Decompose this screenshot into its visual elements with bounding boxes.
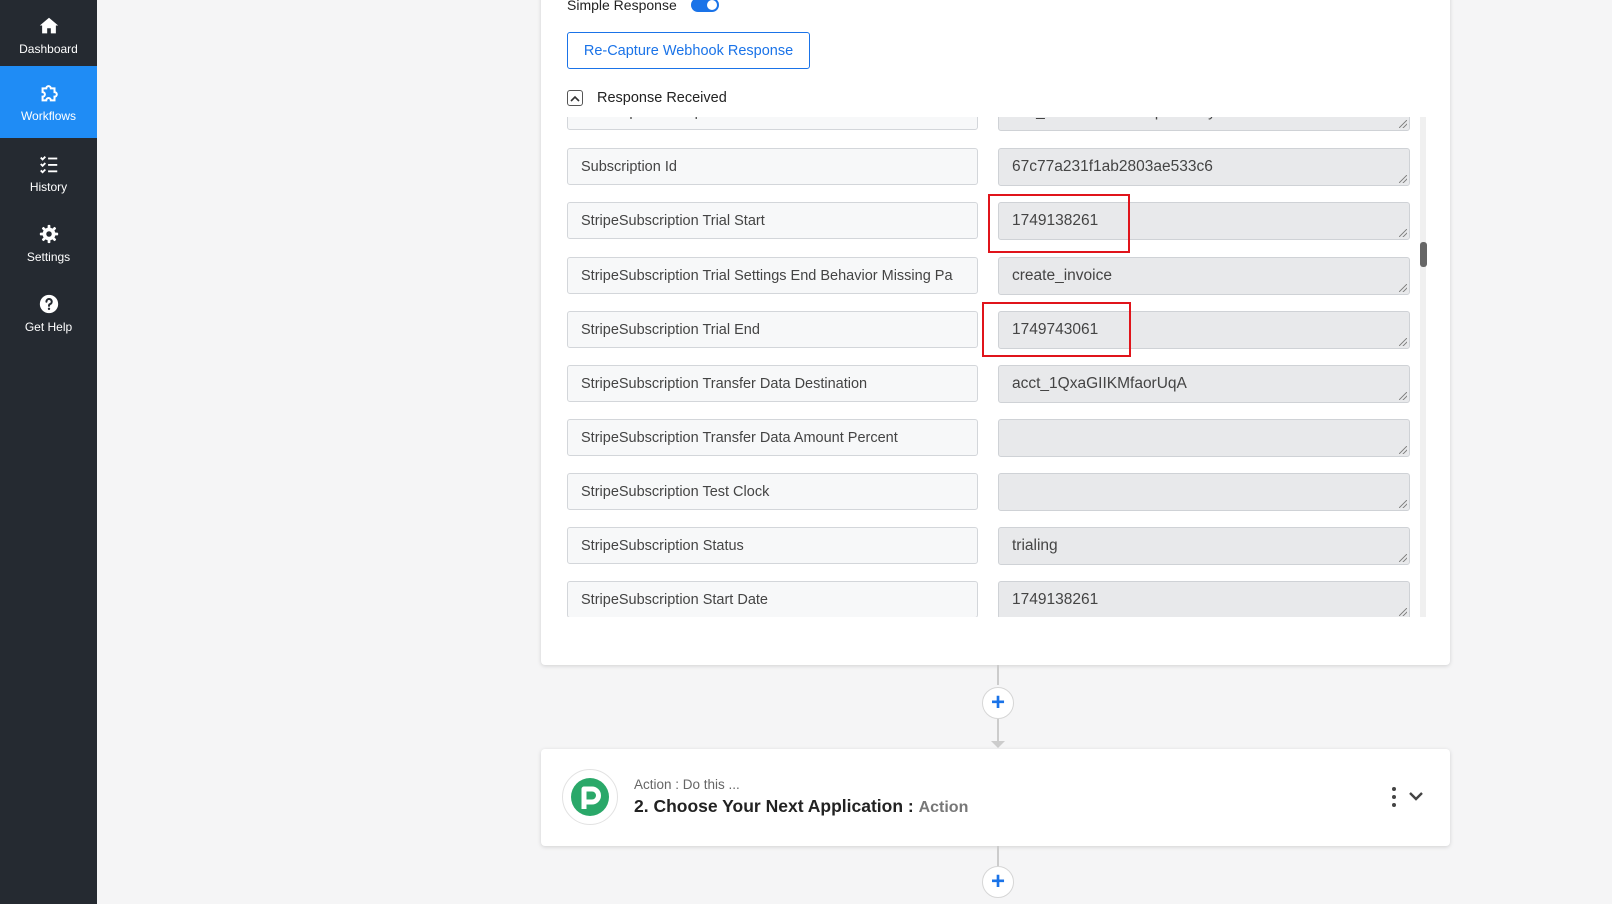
pabbly-logo-icon: [562, 769, 618, 825]
response-received-header[interactable]: Response Received: [567, 90, 727, 106]
field-row: StripeSubscription Trial Settings End Be…: [567, 257, 1425, 295]
plus-icon: +: [990, 689, 1005, 716]
question-circle-icon: [39, 294, 58, 313]
field-label: StripeSubscription Test Clock: [567, 473, 978, 510]
field-value[interactable]: 1749138261: [998, 581, 1410, 617]
response-fields-list: Subscription Setupintentid seti_1RWxnexd…: [567, 117, 1425, 617]
plus-icon: +: [990, 868, 1005, 895]
simple-response-label: Simple Response: [567, 0, 677, 13]
nav-dashboard-label: Dashboard: [19, 41, 78, 56]
field-label: StripeSubscription Start Date: [567, 581, 978, 617]
action-subtitle: Action : Do this ...: [634, 777, 740, 792]
puzzle-icon: [41, 84, 58, 101]
field-row: Subscription Setupintentid seti_1RWxnexd…: [567, 117, 1425, 131]
field-value[interactable]: [998, 419, 1410, 457]
field-label: StripeSubscription Transfer Data Amount …: [567, 419, 978, 456]
connector-line: [997, 846, 999, 866]
chevron-up-icon[interactable]: [567, 90, 583, 106]
nav-workflows[interactable]: Workflows: [0, 66, 97, 138]
field-row: StripeSubscription Start Date 1749138261: [567, 581, 1425, 617]
nav-get-help[interactable]: Get Help: [0, 278, 97, 348]
field-label: StripeSubscription Trial Settings End Be…: [567, 257, 978, 294]
chevron-down-icon[interactable]: [1408, 789, 1424, 807]
field-label: StripeSubscription Status: [567, 527, 978, 564]
arrow-down-icon: [991, 741, 1005, 748]
action-title-suffix: Action: [918, 799, 969, 816]
nav-get-help-label: Get Help: [24, 319, 73, 334]
field-row: StripeSubscription Transfer Data Destina…: [567, 365, 1425, 403]
field-value[interactable]: [998, 473, 1410, 511]
field-value[interactable]: seti_1RWxnexd3Gnqh6rAhnyJ4: [998, 117, 1410, 131]
field-label: Subscription Setupintentid: [567, 117, 978, 130]
nav-dashboard[interactable]: Dashboard: [0, 0, 97, 70]
fields-scrollbar-thumb[interactable]: [1420, 242, 1427, 267]
nav-history[interactable]: History: [0, 138, 97, 208]
nav-history-label: History: [29, 179, 68, 194]
add-step-button[interactable]: +: [982, 866, 1014, 898]
action-step-card[interactable]: Action : Do this ... 2. Choose Your Next…: [541, 749, 1450, 846]
field-row: StripeSubscription Transfer Data Amount …: [567, 419, 1425, 457]
highlight-box-trial-start: [988, 194, 1130, 253]
field-label: StripeSubscription Trial End: [567, 311, 978, 348]
field-label: StripeSubscription Trial Start: [567, 202, 978, 239]
field-value[interactable]: 67c77a231f1ab2803ae533c6: [998, 148, 1410, 186]
action-title-text: 2. Choose Your Next Application :: [634, 796, 919, 816]
response-received-label: Response Received: [597, 90, 727, 106]
more-options-icon[interactable]: [1389, 787, 1399, 807]
field-value[interactable]: create_invoice: [998, 257, 1410, 295]
home-icon: [39, 17, 58, 33]
gear-icon: [39, 224, 58, 243]
field-row: StripeSubscription Status trialing: [567, 527, 1425, 565]
field-row: Subscription Id 67c77a231f1ab2803ae533c6: [567, 148, 1425, 186]
action-title: 2. Choose Your Next Application : Action: [634, 796, 968, 817]
connector-line: [997, 719, 999, 741]
field-row: StripeSubscription Test Clock: [567, 473, 1425, 511]
add-step-button[interactable]: +: [982, 687, 1014, 719]
nav-workflows-label: Workflows: [20, 108, 77, 123]
nav-settings[interactable]: Settings: [0, 208, 97, 278]
simple-response-row: Simple Response: [567, 0, 719, 15]
field-value[interactable]: acct_1QxaGIIKMfaorUqA: [998, 365, 1410, 403]
field-label: Subscription Id: [567, 148, 978, 185]
list-check-icon: [39, 155, 57, 174]
highlight-box-trial-end: [982, 302, 1131, 357]
simple-response-toggle[interactable]: [690, 0, 719, 12]
field-value[interactable]: trialing: [998, 527, 1410, 565]
sidebar: Dashboard Workflows History Settings Get…: [0, 0, 97, 904]
field-label: StripeSubscription Transfer Data Destina…: [567, 365, 978, 402]
nav-settings-label: Settings: [26, 249, 71, 264]
recapture-webhook-button[interactable]: Re-Capture Webhook Response: [567, 32, 810, 69]
fields-scrollbar-track[interactable]: [1420, 117, 1426, 617]
connector-line: [997, 665, 999, 685]
